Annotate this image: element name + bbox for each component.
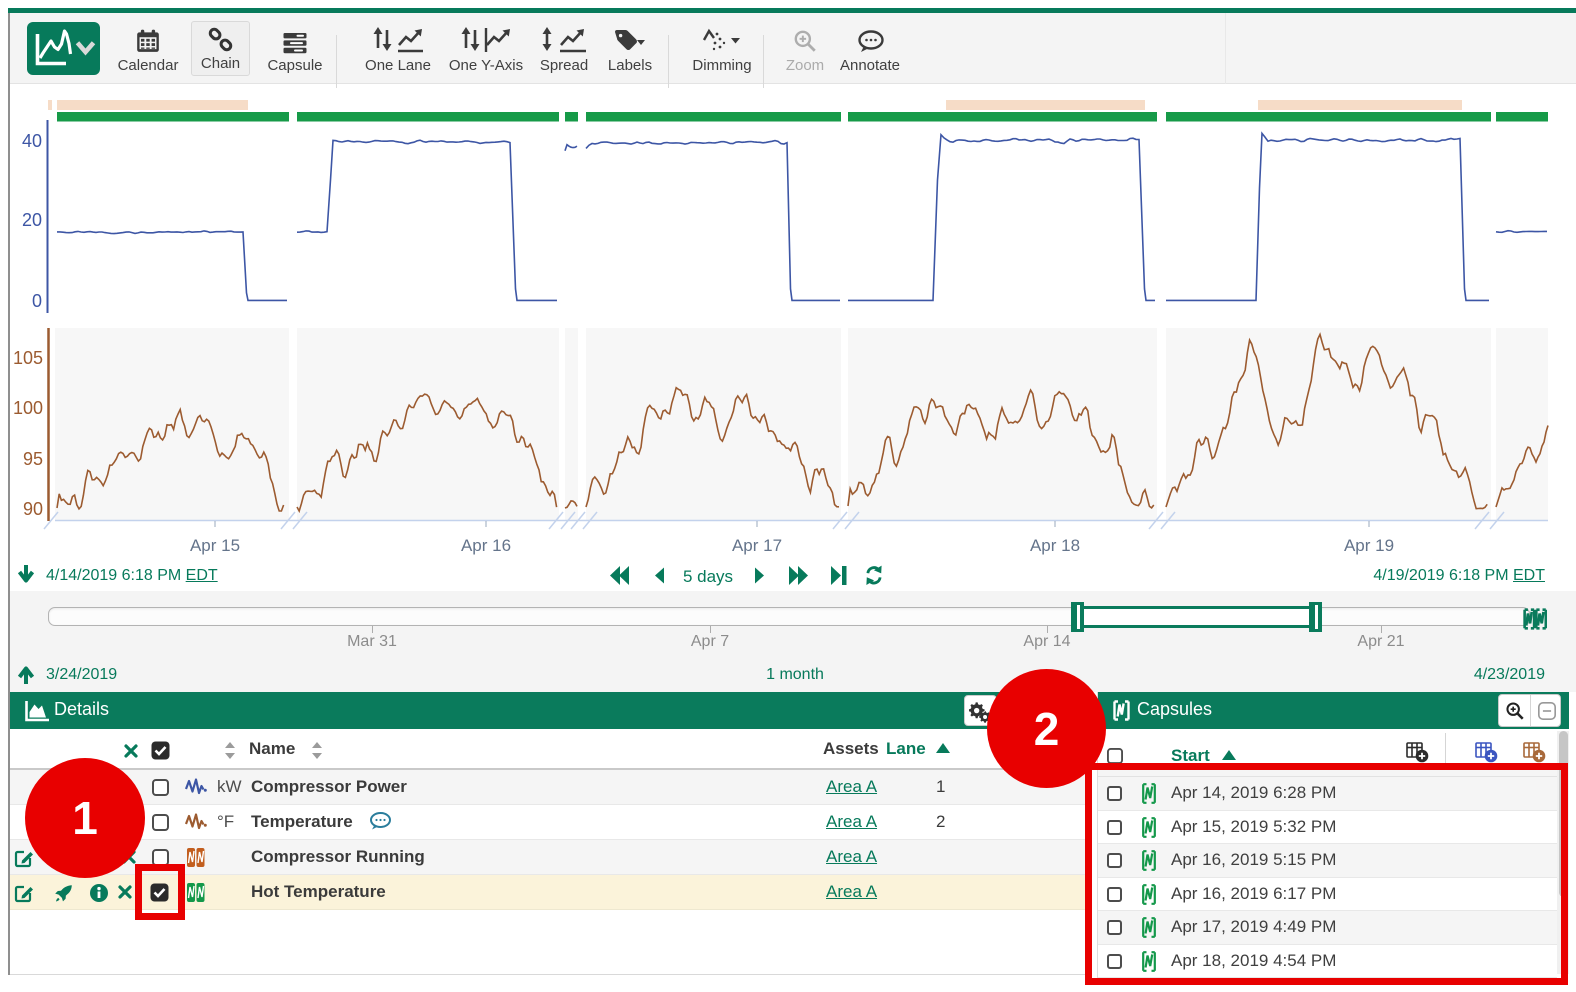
svg-text:105: 105 — [13, 348, 43, 368]
svg-text:95: 95 — [23, 449, 43, 469]
svg-text:0: 0 — [32, 291, 42, 311]
svg-text:100: 100 — [13, 398, 43, 418]
svg-text:5 days: 5 days — [683, 567, 733, 586]
svg-text:20: 20 — [22, 210, 42, 230]
svg-text:Apr 18: Apr 18 — [1030, 536, 1080, 555]
svg-text:40: 40 — [22, 131, 42, 151]
svg-text:Apr 19: Apr 19 — [1344, 536, 1394, 555]
svg-text:Apr 16: Apr 16 — [461, 536, 511, 555]
svg-text:Apr 17: Apr 17 — [732, 536, 782, 555]
svg-text:90: 90 — [23, 499, 43, 519]
svg-text:Apr 15: Apr 15 — [190, 536, 240, 555]
